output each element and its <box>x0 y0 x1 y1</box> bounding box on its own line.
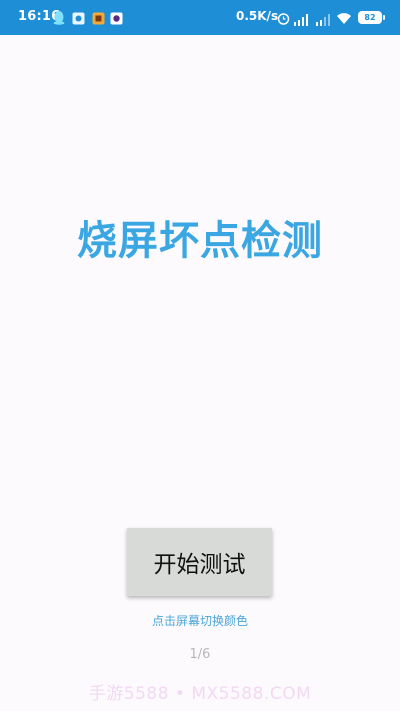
status-bar: 16:16 0.5K/s 82 <box>0 0 400 35</box>
battery-nub <box>383 15 385 20</box>
app-notification-icon <box>72 10 86 25</box>
signal-icon <box>315 11 331 30</box>
app-notification-icon <box>92 10 106 25</box>
alarm-icon <box>277 10 290 29</box>
app-notification-icon <box>110 10 124 25</box>
start-test-button[interactable]: 开始测试 <box>127 528 272 596</box>
qq-icon <box>53 10 67 25</box>
tap-hint-text: 点击屏幕切换颜色 <box>151 614 248 628</box>
battery-icon: 82 <box>358 11 382 24</box>
page-title: 烧屏坏点检测 <box>77 218 323 264</box>
wifi-icon <box>336 10 352 29</box>
page-indicator: 1/6 <box>189 647 211 662</box>
network-speed: 0.5K/s <box>236 9 279 23</box>
watermark: 手游5588 • MX5588.COM <box>88 684 312 704</box>
signal-icon <box>293 11 309 30</box>
